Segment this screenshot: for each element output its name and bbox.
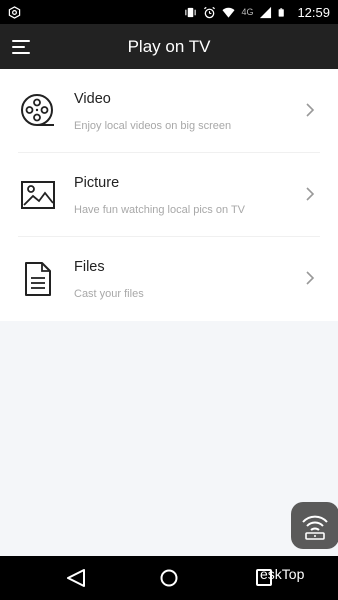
film-reel-icon (21, 94, 54, 126)
item-subtitle: Enjoy local videos on big screen (74, 120, 232, 132)
list-item-video[interactable]: Video Enjoy local videos on big screen (0, 69, 338, 153)
status-time: 12:59 (297, 4, 330, 20)
image-icon (21, 181, 55, 209)
menu-icon (12, 40, 30, 42)
item-title: Video (74, 91, 111, 107)
battery-icon (279, 7, 285, 17)
watermark: ēskTop (260, 566, 305, 582)
app-bar: Play on TV (0, 24, 338, 69)
network-type: 4G (241, 7, 254, 17)
list-item-picture[interactable]: Picture Have fun watching local pics on … (0, 153, 338, 237)
menu-icon-bar (12, 46, 25, 48)
item-subtitle: Cast your files (74, 288, 144, 300)
item-title: Files (74, 259, 105, 275)
chevron-right-icon (306, 271, 315, 285)
chevron-right-icon (306, 103, 315, 117)
back-icon[interactable] (66, 569, 86, 587)
item-subtitle: Have fun watching local pics on TV (74, 204, 245, 216)
document-icon (25, 262, 51, 296)
settings-notification-icon (8, 5, 21, 19)
media-list: Video Enjoy local videos on big screen P… (0, 69, 338, 321)
signal-icon (260, 6, 272, 18)
vibrate-icon (185, 7, 197, 17)
wifi-icon (222, 7, 235, 18)
list-item-files[interactable]: Files Cast your files (0, 237, 338, 321)
cast-wifi-icon (302, 515, 328, 540)
alarm-icon (204, 6, 216, 18)
item-title: Picture (74, 175, 120, 191)
status-bar: 4G 12:59 (0, 0, 338, 24)
cast-button[interactable] (291, 502, 338, 549)
page-title: Play on TV (127, 36, 211, 56)
home-icon[interactable] (159, 568, 179, 588)
menu-button[interactable] (10, 36, 34, 58)
menu-icon-bar (12, 52, 30, 54)
chevron-right-icon (306, 187, 315, 201)
